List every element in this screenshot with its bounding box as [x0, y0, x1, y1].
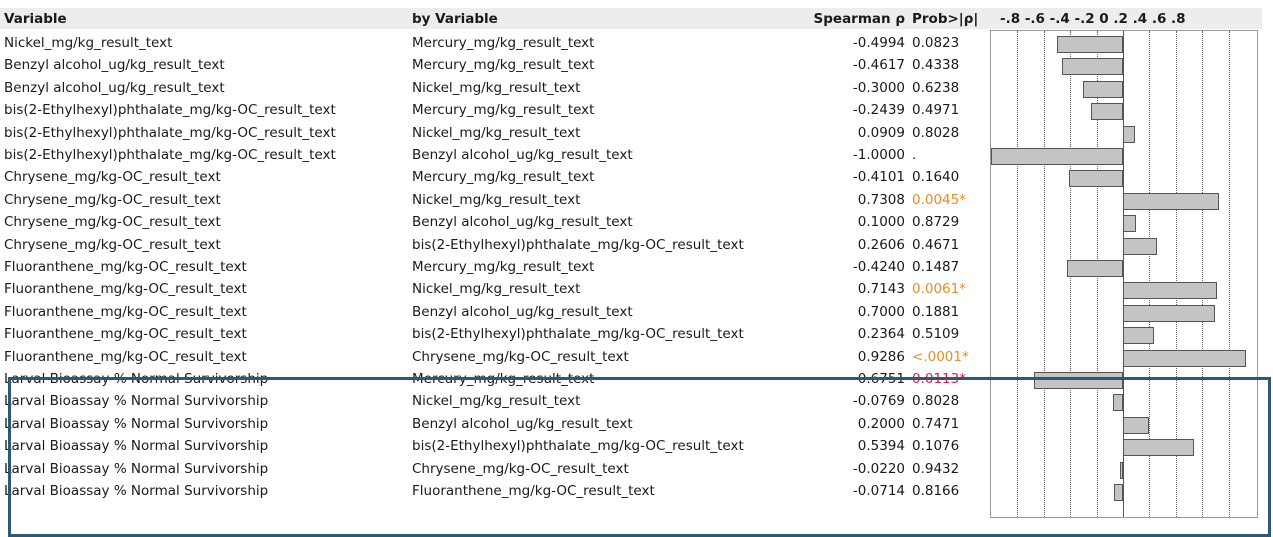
correlation-bar [1123, 282, 1218, 300]
row-by-variable: Benzyl alcohol_ug/kg_result_text [412, 303, 633, 320]
row-variable: Benzyl alcohol_ug/kg_result_text [4, 57, 225, 74]
row-spearman-rho: 0.0909 [857, 124, 905, 141]
correlation-bar [1123, 304, 1216, 322]
row-prob: 0.5109 [912, 326, 960, 343]
row-by-variable: Mercury_mg/kg_result_text [412, 259, 595, 275]
row-spearman-rho: 0.2364 [857, 326, 905, 343]
column-header-spearman[interactable]: Spearman ρ [805, 11, 905, 27]
row-prob: . [912, 147, 917, 163]
row-prob: 0.4338 [912, 57, 960, 74]
row-spearman-rho: -0.4617 [852, 57, 905, 74]
row-prob: 0.0061* [912, 281, 966, 298]
row-variable: Benzyl alcohol_ug/kg_result_text [4, 79, 225, 96]
row-by-variable: Nickel_mg/kg_result_text [412, 79, 581, 96]
correlation-bar [1123, 237, 1158, 255]
correlation-bar [1068, 170, 1123, 188]
row-variable: Fluoranthene_mg/kg-OC_result_text [4, 259, 247, 275]
row-prob: 0.0823 [912, 35, 960, 51]
highlight-box-larval-bioassay [8, 377, 1271, 537]
row-spearman-rho: 0.7308 [857, 191, 905, 208]
column-header-variable[interactable]: Variable [4, 11, 67, 27]
row-variable: bis(2-Ethylhexyl)phthalate_mg/kg-OC_resu… [4, 147, 336, 163]
row-by-variable: Mercury_mg/kg_result_text [412, 102, 595, 119]
row-spearman-rho: -0.4994 [852, 35, 905, 51]
row-by-variable: bis(2-Ethylhexyl)phthalate_mg/kg-OC_resu… [412, 326, 744, 343]
row-variable: Chrysene_mg/kg-OC_result_text [4, 214, 221, 231]
row-prob: 0.8729 [912, 214, 960, 231]
row-by-variable: Mercury_mg/kg_result_text [412, 57, 595, 74]
row-spearman-rho: 0.7000 [857, 303, 905, 320]
row-variable: bis(2-Ethylhexyl)phthalate_mg/kg-OC_resu… [4, 124, 336, 141]
row-spearman-rho: 0.9286 [857, 348, 905, 365]
row-prob: 0.1487 [912, 259, 960, 275]
row-by-variable: Benzyl alcohol_ug/kg_result_text [412, 147, 633, 163]
row-prob: 0.1640 [912, 169, 960, 186]
row-spearman-rho: -0.4101 [852, 169, 905, 186]
row-prob: 0.4671 [912, 236, 960, 253]
row-by-variable: Mercury_mg/kg_result_text [412, 35, 595, 51]
row-spearman-rho: -0.2439 [852, 102, 905, 119]
row-by-variable: Nickel_mg/kg_result_text [412, 191, 581, 208]
row-prob: <.0001* [912, 348, 969, 365]
row-by-variable: Nickel_mg/kg_result_text [412, 124, 581, 141]
row-spearman-rho: -0.4240 [852, 259, 905, 275]
correlation-bar [1083, 80, 1123, 98]
row-by-variable: Benzyl alcohol_ug/kg_result_text [412, 214, 633, 231]
row-variable: Fluoranthene_mg/kg-OC_result_text [4, 303, 247, 320]
row-variable: Fluoranthene_mg/kg-OC_result_text [4, 348, 247, 365]
axis-tick-labels: -.8 -.6 -.4 -.2 0 .2 .4 .6 .8 [1000, 11, 1186, 27]
row-variable: Nickel_mg/kg_result_text [4, 35, 173, 51]
correlation-bar [1062, 58, 1123, 76]
row-prob: 0.0045* [912, 191, 966, 208]
correlation-bar [1090, 103, 1123, 121]
correlation-bar [1123, 327, 1155, 345]
column-header-by-variable[interactable]: by Variable [412, 11, 498, 27]
correlation-bar [1057, 36, 1123, 53]
row-variable: Fluoranthene_mg/kg-OC_result_text [4, 326, 247, 343]
column-header-prob[interactable]: Prob>|ρ| [912, 11, 978, 27]
row-spearman-rho: -0.3000 [852, 79, 905, 96]
row-variable: bis(2-Ethylhexyl)phthalate_mg/kg-OC_resu… [4, 102, 336, 119]
row-spearman-rho: -1.0000 [852, 147, 905, 163]
row-prob: 0.1881 [912, 303, 960, 320]
correlation-bar [1123, 349, 1246, 367]
row-variable: Chrysene_mg/kg-OC_result_text [4, 191, 221, 208]
row-spearman-rho: 0.1000 [857, 214, 905, 231]
row-spearman-rho: 0.2606 [857, 236, 905, 253]
row-by-variable: bis(2-Ethylhexyl)phthalate_mg/kg-OC_resu… [412, 236, 744, 253]
correlation-bar [991, 148, 1123, 165]
row-prob: 0.4971 [912, 102, 960, 119]
row-prob: 0.8028 [912, 124, 960, 141]
correlation-bar [1123, 192, 1220, 210]
row-by-variable: Chrysene_mg/kg-OC_result_text [412, 348, 629, 365]
row-variable: Fluoranthene_mg/kg-OC_result_text [4, 281, 247, 298]
row-by-variable: Nickel_mg/kg_result_text [412, 281, 581, 298]
row-variable: Chrysene_mg/kg-OC_result_text [4, 169, 221, 186]
correlation-bar [1123, 125, 1135, 143]
correlation-bar [1067, 260, 1123, 277]
row-spearman-rho: 0.7143 [857, 281, 905, 298]
row-prob: 0.6238 [912, 79, 960, 96]
row-variable: Chrysene_mg/kg-OC_result_text [4, 236, 221, 253]
row-by-variable: Mercury_mg/kg_result_text [412, 169, 595, 186]
correlation-bar [1123, 215, 1137, 233]
